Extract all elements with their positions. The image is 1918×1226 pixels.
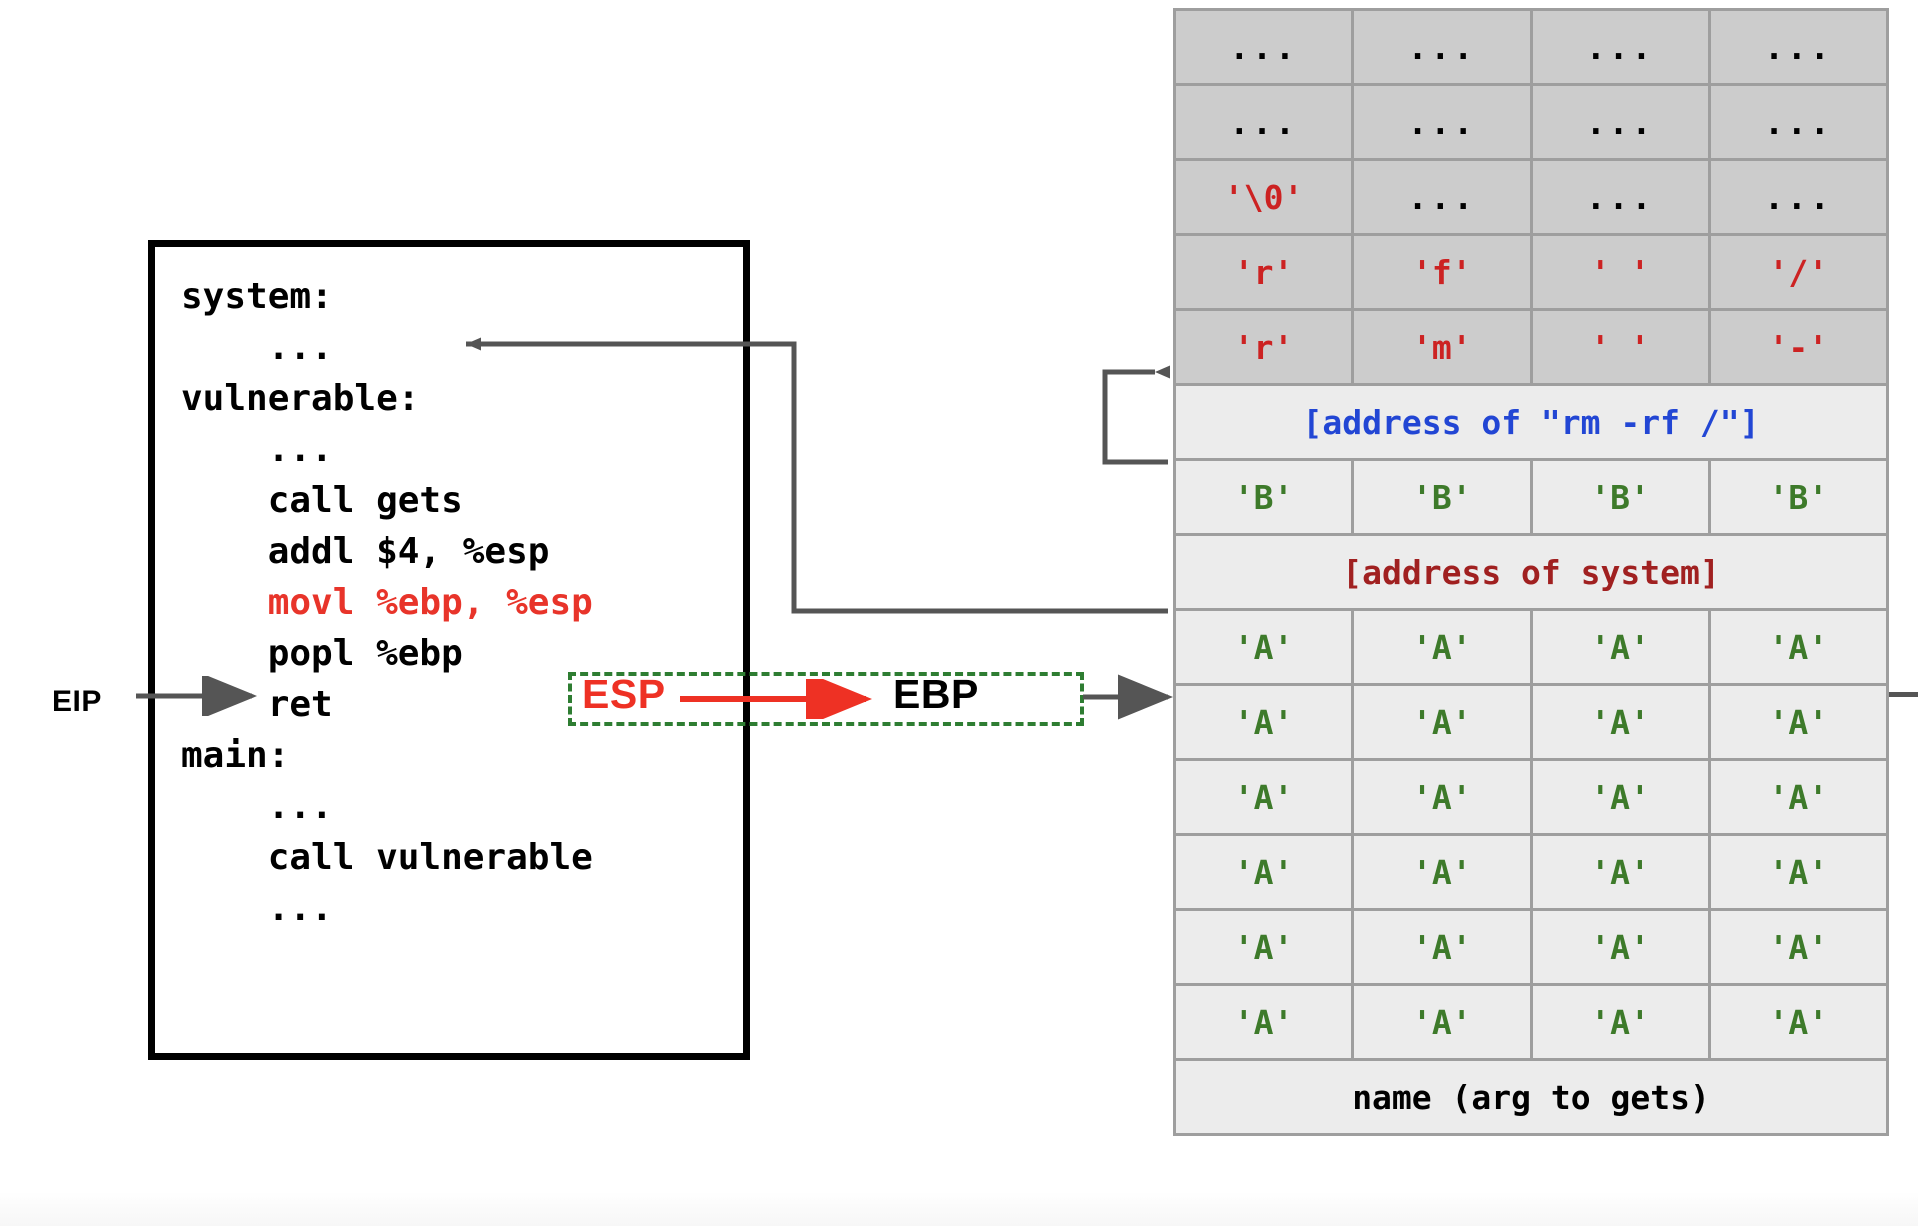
stack-cell: 'A' xyxy=(1707,758,1890,836)
stack-row: 'r''m' ' ' '-' xyxy=(1172,308,1890,386)
stack-cell: 'A' xyxy=(1529,608,1711,686)
code-line: addl $4, %esp xyxy=(181,531,550,572)
stack-cell: 'A' xyxy=(1351,608,1533,686)
stack-row: 'A' 'A' 'A' 'A' xyxy=(1172,758,1890,836)
stack-cell: 'A' xyxy=(1529,758,1711,836)
stack-row: 'B' 'B' 'B' 'B' xyxy=(1172,458,1890,536)
stack-cell: ... xyxy=(1529,8,1711,86)
eip-arrow-icon xyxy=(136,676,257,716)
stack-row-label: name (arg to gets) xyxy=(1173,1058,1889,1136)
stack-cell: 'A' xyxy=(1707,833,1890,911)
stack-row: 'A' 'A' 'A' 'A' xyxy=(1172,608,1890,686)
stack-cell: ... xyxy=(1172,83,1355,161)
stack-memory-table: ........................ '\0'.........'r'… xyxy=(1172,8,1890,1136)
esp-register-label: ESP xyxy=(582,671,666,717)
code-line: main: xyxy=(181,735,290,776)
stack-cell: ' ' xyxy=(1529,308,1711,386)
assembly-code-listing: system: ... vulnerable: ... call gets add… xyxy=(181,271,593,934)
stack-cell: 'A' xyxy=(1351,683,1533,761)
stack-row: 'A' 'A' 'A' 'A' xyxy=(1172,983,1890,1061)
stack-cell: 'A' xyxy=(1529,683,1711,761)
code-line: ... xyxy=(181,888,333,929)
code-line: ... xyxy=(181,786,333,827)
stack-cell: 'A' xyxy=(1529,983,1711,1061)
stack-row: [address of "rm -rf /"] xyxy=(1173,383,1889,461)
stack-row-label: [address of "rm -rf /"] xyxy=(1173,383,1889,461)
stack-cell: ' ' xyxy=(1529,233,1711,311)
code-line: call gets xyxy=(181,480,463,521)
stack-cell: ... xyxy=(1707,8,1890,86)
stack-cell: 'A' xyxy=(1351,983,1533,1061)
code-line: popl %ebp xyxy=(181,633,463,674)
stack-cell: 'B' xyxy=(1707,458,1890,536)
stack-cell: 'A' xyxy=(1351,833,1533,911)
stack-cell: 'f' xyxy=(1351,233,1533,311)
stack-cell: ... xyxy=(1172,8,1355,86)
assembly-code-box: system: ... vulnerable: ... call gets add… xyxy=(148,240,750,1060)
stack-cell: ... xyxy=(1707,83,1890,161)
stack-cell: 'A' xyxy=(1172,683,1355,761)
stack-cell: '/' xyxy=(1707,233,1890,311)
stack-cell: 'A' xyxy=(1172,983,1355,1061)
stack-cell: 'B' xyxy=(1529,458,1711,536)
stack-cell: ... xyxy=(1529,83,1711,161)
page-bottom-band xyxy=(0,1192,1918,1226)
stack-cell: 'm' xyxy=(1351,308,1533,386)
stack-cell: 'A' xyxy=(1707,908,1890,986)
code-line: ... xyxy=(181,429,333,470)
stack-cell: '-' xyxy=(1707,308,1890,386)
stack-row: ............ xyxy=(1172,8,1890,86)
stack-row: [address of system] xyxy=(1173,533,1889,611)
stack-right-edge-stub xyxy=(1889,692,1918,697)
stack-cell: '\0' xyxy=(1172,158,1355,236)
stack-cell: 'r' xyxy=(1172,308,1355,386)
code-line: ... xyxy=(181,327,333,368)
stack-row: '\0'......... xyxy=(1172,158,1890,236)
stack-cell: 'A' xyxy=(1707,608,1890,686)
string-address-to-string-arrow-icon xyxy=(1102,365,1170,465)
stack-table-body: ........................ '\0'.........'r'… xyxy=(1172,8,1890,1136)
stack-cell: 'A' xyxy=(1529,908,1711,986)
code-line: system: xyxy=(181,276,333,317)
stack-row: 'A' 'A' 'A' 'A' xyxy=(1172,833,1890,911)
stack-cell: 'B' xyxy=(1172,458,1355,536)
stack-cell: 'A' xyxy=(1707,983,1890,1061)
code-line: movl %ebp, %esp xyxy=(181,582,593,623)
stack-cell: 'A' xyxy=(1172,908,1355,986)
stack-cell: 'A' xyxy=(1172,608,1355,686)
stack-row-label: [address of system] xyxy=(1173,533,1889,611)
stack-cell: 'A' xyxy=(1172,758,1355,836)
stack-row: ............ xyxy=(1172,83,1890,161)
stack-cell: 'A' xyxy=(1351,908,1533,986)
stack-row: 'A' 'A' 'A' 'A' xyxy=(1172,683,1890,761)
stack-cell: ... xyxy=(1351,158,1533,236)
ebp-register-label: EBP xyxy=(893,671,979,717)
stack-cell: ... xyxy=(1707,158,1890,236)
stack-cell: 'A' xyxy=(1529,833,1711,911)
stack-cell: 'B' xyxy=(1351,458,1533,536)
stack-cell: ... xyxy=(1351,8,1533,86)
stack-cell: 'A' xyxy=(1172,833,1355,911)
code-line: call vulnerable xyxy=(181,837,593,878)
stack-cell: 'r' xyxy=(1172,233,1355,311)
stack-cell: ... xyxy=(1529,158,1711,236)
esp-to-ebp-arrow-icon xyxy=(680,679,872,719)
code-line: vulnerable: xyxy=(181,378,420,419)
stack-cell: 'A' xyxy=(1351,758,1533,836)
stack-cell: ... xyxy=(1351,83,1533,161)
stack-row: 'r''f' ' ' '/' xyxy=(1172,233,1890,311)
diagram-canvas: system: ... vulnerable: ... call gets add… xyxy=(0,0,1918,1226)
stack-cell: 'A' xyxy=(1707,683,1890,761)
stack-row: name (arg to gets) xyxy=(1173,1058,1889,1136)
stack-row: 'A' 'A' 'A' 'A' xyxy=(1172,908,1890,986)
eip-register-label: EIP xyxy=(52,685,102,718)
